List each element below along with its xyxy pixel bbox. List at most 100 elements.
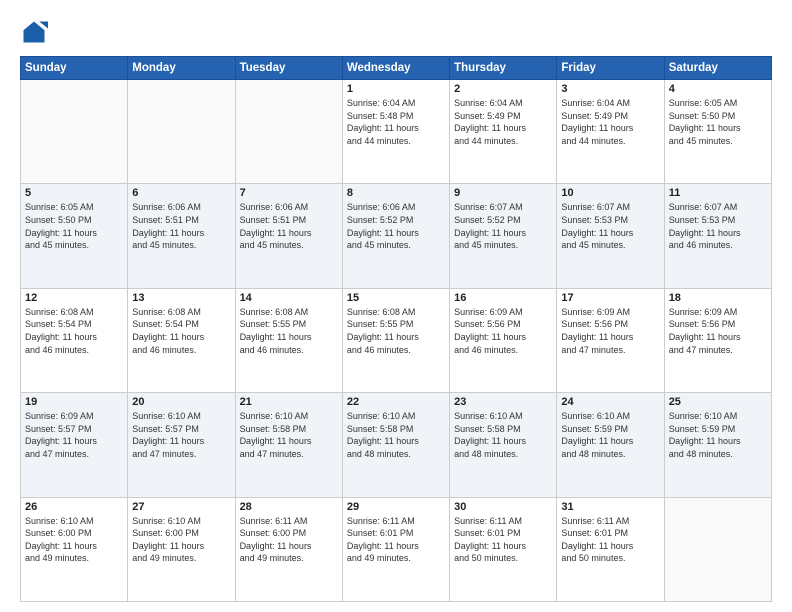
calendar-cell: 6 Sunrise: 6:06 AM Sunset: 5:51 PM Daylig… <box>128 184 235 288</box>
calendar-cell: 1 Sunrise: 6:04 AM Sunset: 5:48 PM Daylig… <box>342 80 449 184</box>
calendar-week-row: 5 Sunrise: 6:05 AM Sunset: 5:50 PM Daylig… <box>21 184 772 288</box>
day-number: 2 <box>454 83 552 95</box>
day-info: Sunrise: 6:08 AM Sunset: 5:54 PM Dayligh… <box>132 306 230 356</box>
day-number: 19 <box>25 396 123 408</box>
calendar-week-row: 26 Sunrise: 6:10 AM Sunset: 6:00 PM Dayli… <box>21 497 772 601</box>
calendar-header-sunday: Sunday <box>21 57 128 80</box>
calendar-cell: 20 Sunrise: 6:10 AM Sunset: 5:57 PM Dayli… <box>128 393 235 497</box>
day-number: 13 <box>132 292 230 304</box>
day-info: Sunrise: 6:10 AM Sunset: 5:58 PM Dayligh… <box>240 410 338 460</box>
day-info: Sunrise: 6:10 AM Sunset: 6:00 PM Dayligh… <box>132 515 230 565</box>
calendar-cell: 7 Sunrise: 6:06 AM Sunset: 5:51 PM Daylig… <box>235 184 342 288</box>
day-number: 12 <box>25 292 123 304</box>
day-number: 11 <box>669 187 767 199</box>
day-info: Sunrise: 6:09 AM Sunset: 5:56 PM Dayligh… <box>561 306 659 356</box>
calendar-header-friday: Friday <box>557 57 664 80</box>
calendar-cell: 24 Sunrise: 6:10 AM Sunset: 5:59 PM Dayli… <box>557 393 664 497</box>
calendar-cell: 22Sunrise: 6:10 AM Sunset: 5:58 PM Dayli… <box>342 393 449 497</box>
day-number: 29 <box>347 501 445 513</box>
day-number: 1 <box>347 83 445 95</box>
calendar-cell: 9 Sunrise: 6:07 AM Sunset: 5:52 PM Daylig… <box>450 184 557 288</box>
calendar-cell: 27 Sunrise: 6:10 AM Sunset: 6:00 PM Dayli… <box>128 497 235 601</box>
day-info: Sunrise: 6:10 AM Sunset: 6:00 PM Dayligh… <box>25 515 123 565</box>
day-number: 31 <box>561 501 659 513</box>
calendar-cell <box>21 80 128 184</box>
day-number: 16 <box>454 292 552 304</box>
calendar-cell: 31 Sunrise: 6:11 AM Sunset: 6:01 PM Dayli… <box>557 497 664 601</box>
day-info: Sunrise: 6:08 AM Sunset: 5:54 PM Dayligh… <box>25 306 123 356</box>
day-number: 18 <box>669 292 767 304</box>
day-info: Sunrise: 6:10 AM Sunset: 5:59 PM Dayligh… <box>669 410 767 460</box>
day-info: Sunrise: 6:09 AM Sunset: 5:56 PM Dayligh… <box>669 306 767 356</box>
calendar-cell <box>128 80 235 184</box>
day-number: 8 <box>347 187 445 199</box>
day-number: 25 <box>669 396 767 408</box>
day-number: 15 <box>347 292 445 304</box>
day-info: Sunrise: 6:06 AM Sunset: 5:51 PM Dayligh… <box>240 201 338 251</box>
day-number: 6 <box>132 187 230 199</box>
calendar-week-row: 1 Sunrise: 6:04 AM Sunset: 5:48 PM Daylig… <box>21 80 772 184</box>
calendar-cell <box>664 497 771 601</box>
calendar-cell: 19 Sunrise: 6:09 AM Sunset: 5:57 PM Dayli… <box>21 393 128 497</box>
calendar-cell: 23 Sunrise: 6:10 AM Sunset: 5:58 PM Dayli… <box>450 393 557 497</box>
day-number: 20 <box>132 396 230 408</box>
day-number: 27 <box>132 501 230 513</box>
day-info: Sunrise: 6:10 AM Sunset: 5:58 PM Dayligh… <box>454 410 552 460</box>
calendar-header-wednesday: Wednesday <box>342 57 449 80</box>
day-info: Sunrise: 6:09 AM Sunset: 5:57 PM Dayligh… <box>25 410 123 460</box>
day-info: Sunrise: 6:06 AM Sunset: 5:51 PM Dayligh… <box>132 201 230 251</box>
calendar-cell <box>235 80 342 184</box>
calendar-cell: 10 Sunrise: 6:07 AM Sunset: 5:53 PM Dayli… <box>557 184 664 288</box>
calendar-cell: 15 Sunrise: 6:08 AM Sunset: 5:55 PM Dayli… <box>342 288 449 392</box>
day-number: 10 <box>561 187 659 199</box>
calendar-cell: 29 Sunrise: 6:11 AM Sunset: 6:01 PM Dayli… <box>342 497 449 601</box>
day-info: Sunrise: 6:07 AM Sunset: 5:53 PM Dayligh… <box>669 201 767 251</box>
calendar-cell: 30 Sunrise: 6:11 AM Sunset: 6:01 PM Dayli… <box>450 497 557 601</box>
day-info: Sunrise: 6:11 AM Sunset: 6:00 PM Dayligh… <box>240 515 338 565</box>
day-number: 4 <box>669 83 767 95</box>
header <box>20 18 772 46</box>
calendar-header-thursday: Thursday <box>450 57 557 80</box>
calendar-cell: 16Sunrise: 6:09 AM Sunset: 5:56 PM Dayli… <box>450 288 557 392</box>
calendar-cell: 21Sunrise: 6:10 AM Sunset: 5:58 PM Dayli… <box>235 393 342 497</box>
calendar-cell: 18 Sunrise: 6:09 AM Sunset: 5:56 PM Dayli… <box>664 288 771 392</box>
day-info: Sunrise: 6:06 AM Sunset: 5:52 PM Dayligh… <box>347 201 445 251</box>
calendar-cell: 12 Sunrise: 6:08 AM Sunset: 5:54 PM Dayli… <box>21 288 128 392</box>
day-number: 24 <box>561 396 659 408</box>
day-info: Sunrise: 6:08 AM Sunset: 5:55 PM Dayligh… <box>347 306 445 356</box>
day-number: 26 <box>25 501 123 513</box>
calendar-header-monday: Monday <box>128 57 235 80</box>
day-info: Sunrise: 6:05 AM Sunset: 5:50 PM Dayligh… <box>669 97 767 147</box>
calendar-cell: 11 Sunrise: 6:07 AM Sunset: 5:53 PM Dayli… <box>664 184 771 288</box>
calendar-table: SundayMondayTuesdayWednesdayThursdayFrid… <box>20 56 772 602</box>
day-info: Sunrise: 6:11 AM Sunset: 6:01 PM Dayligh… <box>561 515 659 565</box>
day-info: Sunrise: 6:04 AM Sunset: 5:48 PM Dayligh… <box>347 97 445 147</box>
calendar-cell: 5 Sunrise: 6:05 AM Sunset: 5:50 PM Daylig… <box>21 184 128 288</box>
day-number: 23 <box>454 396 552 408</box>
day-info: Sunrise: 6:07 AM Sunset: 5:52 PM Dayligh… <box>454 201 552 251</box>
day-number: 3 <box>561 83 659 95</box>
day-info: Sunrise: 6:10 AM Sunset: 5:59 PM Dayligh… <box>561 410 659 460</box>
calendar-cell: 8 Sunrise: 6:06 AM Sunset: 5:52 PM Daylig… <box>342 184 449 288</box>
day-number: 5 <box>25 187 123 199</box>
day-number: 9 <box>454 187 552 199</box>
calendar-cell: 13 Sunrise: 6:08 AM Sunset: 5:54 PM Dayli… <box>128 288 235 392</box>
day-info: Sunrise: 6:11 AM Sunset: 6:01 PM Dayligh… <box>347 515 445 565</box>
day-info: Sunrise: 6:04 AM Sunset: 5:49 PM Dayligh… <box>561 97 659 147</box>
calendar-week-row: 12 Sunrise: 6:08 AM Sunset: 5:54 PM Dayli… <box>21 288 772 392</box>
day-info: Sunrise: 6:07 AM Sunset: 5:53 PM Dayligh… <box>561 201 659 251</box>
calendar-cell: 2Sunrise: 6:04 AM Sunset: 5:49 PM Daylig… <box>450 80 557 184</box>
calendar-cell: 28Sunrise: 6:11 AM Sunset: 6:00 PM Dayli… <box>235 497 342 601</box>
page: SundayMondayTuesdayWednesdayThursdayFrid… <box>0 0 792 612</box>
day-info: Sunrise: 6:10 AM Sunset: 5:57 PM Dayligh… <box>132 410 230 460</box>
day-info: Sunrise: 6:08 AM Sunset: 5:55 PM Dayligh… <box>240 306 338 356</box>
day-info: Sunrise: 6:05 AM Sunset: 5:50 PM Dayligh… <box>25 201 123 251</box>
calendar-cell: 14Sunrise: 6:08 AM Sunset: 5:55 PM Dayli… <box>235 288 342 392</box>
day-info: Sunrise: 6:11 AM Sunset: 6:01 PM Dayligh… <box>454 515 552 565</box>
logo <box>20 18 52 46</box>
day-number: 7 <box>240 187 338 199</box>
logo-icon <box>20 18 48 46</box>
calendar-cell: 17Sunrise: 6:09 AM Sunset: 5:56 PM Dayli… <box>557 288 664 392</box>
day-number: 30 <box>454 501 552 513</box>
calendar-header-row: SundayMondayTuesdayWednesdayThursdayFrid… <box>21 57 772 80</box>
